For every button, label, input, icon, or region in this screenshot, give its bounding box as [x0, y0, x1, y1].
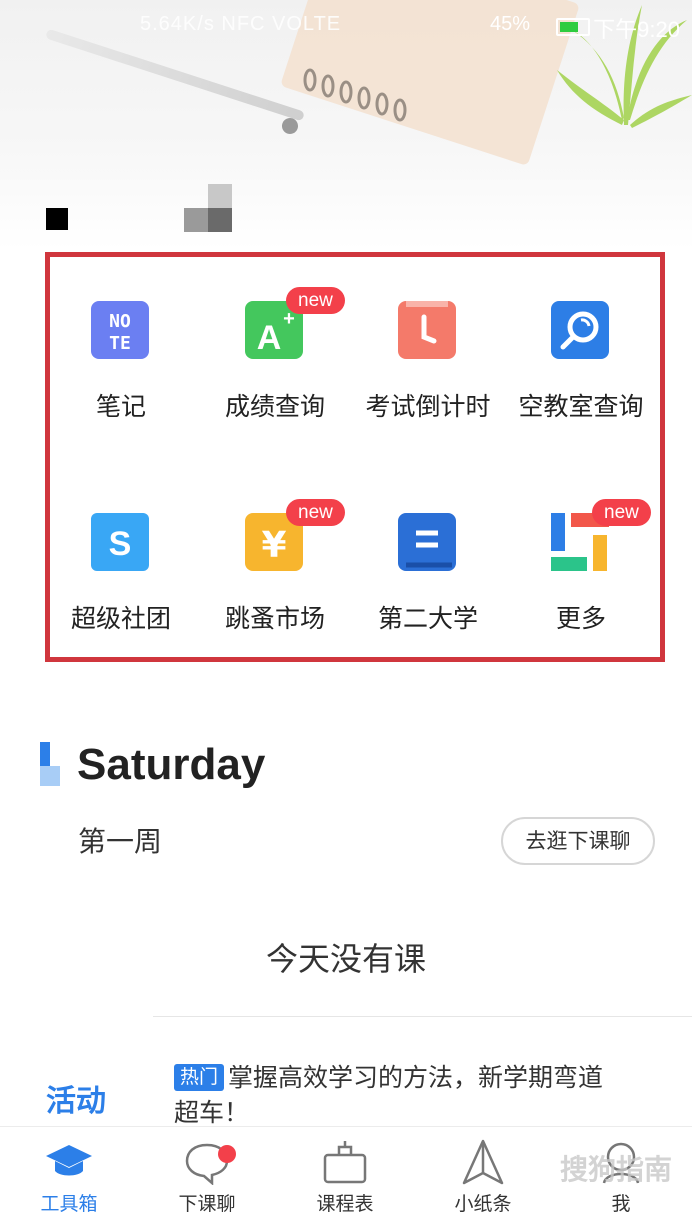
new-badge: new — [592, 499, 651, 526]
tool-grade-query[interactable]: A + new 成绩查询 — [200, 257, 350, 421]
week-label: 第一周 — [78, 825, 163, 858]
tab-label: 小纸条 — [454, 1193, 512, 1215]
spiral-rings-decoration — [303, 68, 407, 122]
tab-label: 下课聊 — [178, 1193, 236, 1215]
tool-notes[interactable]: NO TE 笔记 — [46, 257, 196, 421]
day-title: Saturday — [77, 740, 266, 789]
tool-label: 超级社团 — [70, 604, 171, 633]
tool-label: 空教室查询 — [518, 392, 644, 421]
go-chat-button[interactable]: 去逛下课聊 — [501, 817, 655, 865]
status-time: 下午9:20 — [593, 17, 680, 42]
new-badge: new — [286, 287, 345, 314]
tool-label: 跳蚤市场 — [224, 604, 325, 633]
tab-label: 我 — [611, 1193, 631, 1215]
tab-schedule[interactable]: 课程表 — [276, 1127, 414, 1231]
watermark: 搜狗指南 — [559, 1153, 672, 1186]
status-left-text: 5.64K/s NFC VOLTE — [140, 13, 342, 35]
tool-exam-countdown[interactable]: 考试倒计时 — [353, 257, 503, 421]
tool-label: 成绩查询 — [224, 392, 325, 421]
svg-text:¥: ¥ — [261, 525, 286, 566]
tool-flea-market[interactable]: ¥ new 跳蚤市场 — [200, 469, 350, 633]
activity-item[interactable]: 掌握高效学习的方法，新学期弯道超车！ — [174, 1060, 604, 1130]
activity-label: 活动 — [46, 1084, 106, 1119]
tab-label: 课程表 — [316, 1193, 374, 1215]
tool-super-club[interactable]: S 超级社团 — [46, 469, 196, 633]
svg-text:A: A — [257, 319, 282, 357]
tool-label: 考试倒计时 — [365, 392, 491, 421]
svg-text:S: S — [109, 525, 132, 563]
club-s-icon: S — [91, 513, 149, 571]
graduation-cap-icon — [46, 1145, 92, 1176]
day-accent-square — [40, 766, 60, 786]
battery-percent: 45% — [490, 13, 531, 35]
divider — [153, 1016, 692, 1017]
status-bar: 5.64K/s NFC VOLTE 45% 下午9:20 — [0, 8, 692, 44]
tool-more[interactable]: new 更多 — [506, 469, 656, 633]
tool-label: 更多 — [555, 604, 606, 633]
tab-toolbox[interactable]: 工具箱 — [0, 1127, 138, 1231]
tab-note[interactable]: 小纸条 — [414, 1127, 552, 1231]
avatar-fragment — [46, 208, 68, 230]
new-badge: new — [286, 499, 345, 526]
magnifier-icon — [551, 301, 609, 359]
hot-badge: 热门 — [174, 1064, 225, 1091]
toolbox-grid: NO TE 笔记 A + new 成绩查询 考试倒计时 空教室查询 S 超级社团 ¥… — [45, 252, 665, 662]
battery-icon — [556, 18, 590, 36]
tool-label: 第二大学 — [377, 604, 478, 633]
tab-chat[interactable]: 下课聊 — [138, 1127, 276, 1231]
pixelated-avatar — [184, 184, 232, 232]
no-class-message: 今天没有课 — [265, 940, 426, 978]
tool-empty-classroom[interactable]: 空教室查询 — [506, 257, 656, 421]
book-icon — [398, 513, 456, 571]
tab-label: 工具箱 — [40, 1193, 98, 1215]
paper-plane-icon — [462, 1139, 504, 1185]
schedule-bag-icon — [323, 1141, 367, 1184]
tool-second-university[interactable]: 第二大学 — [353, 469, 503, 633]
tool-label: 笔记 — [95, 392, 146, 421]
clock-icon — [398, 301, 456, 359]
svg-text:TE: TE — [109, 333, 131, 354]
svg-text:NO: NO — [109, 311, 131, 332]
note-icon: NO TE — [91, 301, 149, 359]
notification-dot — [218, 1145, 236, 1163]
